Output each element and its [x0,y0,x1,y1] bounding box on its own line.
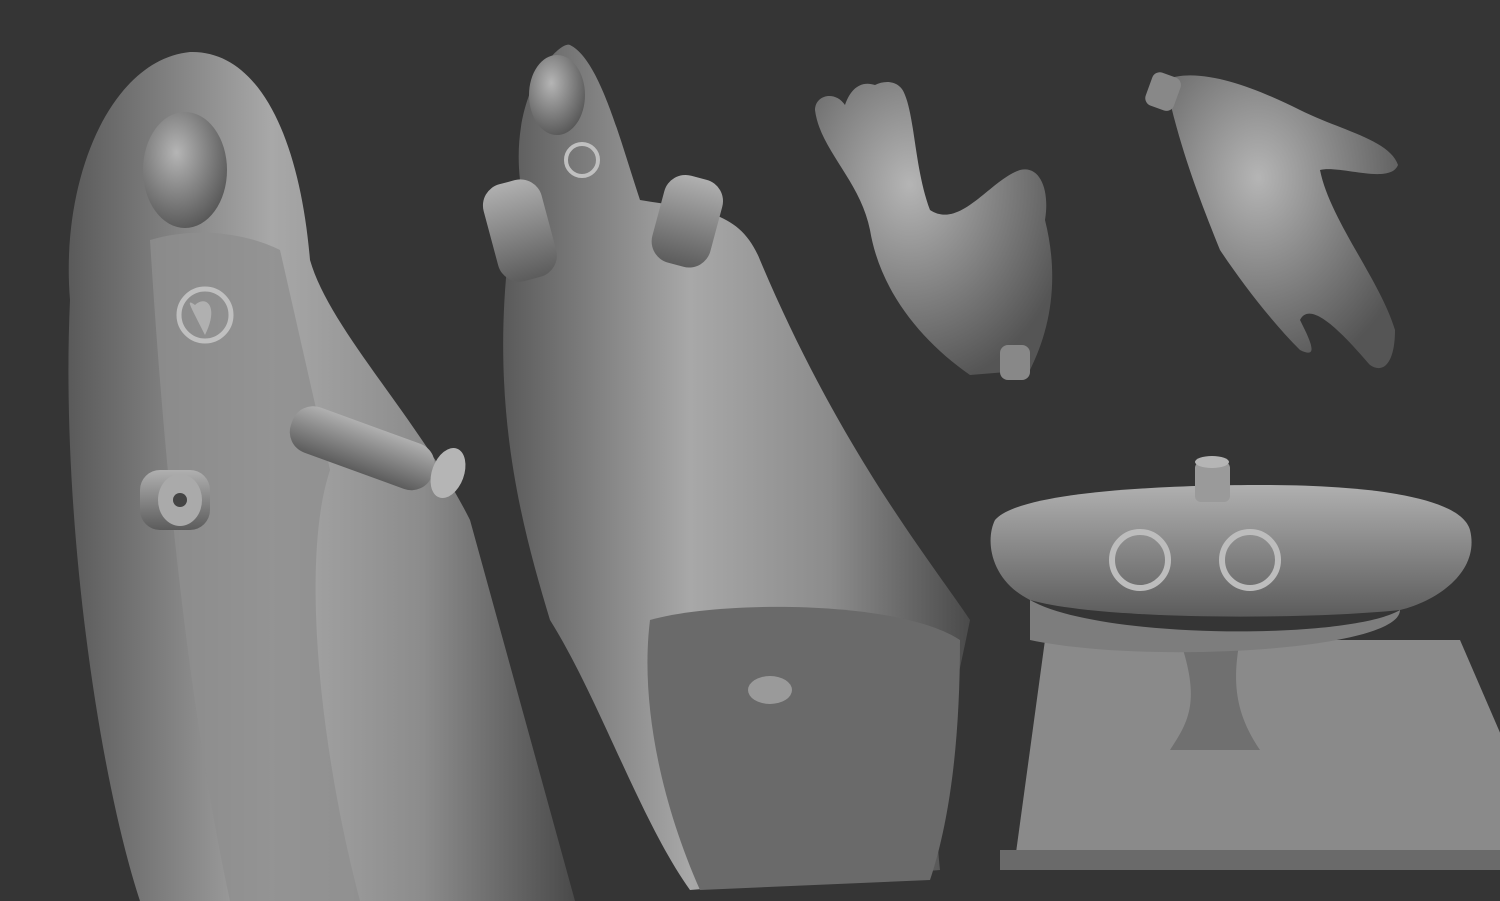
statue-face [143,112,227,228]
left-hand [815,82,1053,380]
statue-top-face [529,55,585,135]
statue-front-view [68,51,575,901]
sculpture-render [68,44,1500,901]
pedestal-base [990,456,1500,870]
right-hand [1145,72,1398,369]
